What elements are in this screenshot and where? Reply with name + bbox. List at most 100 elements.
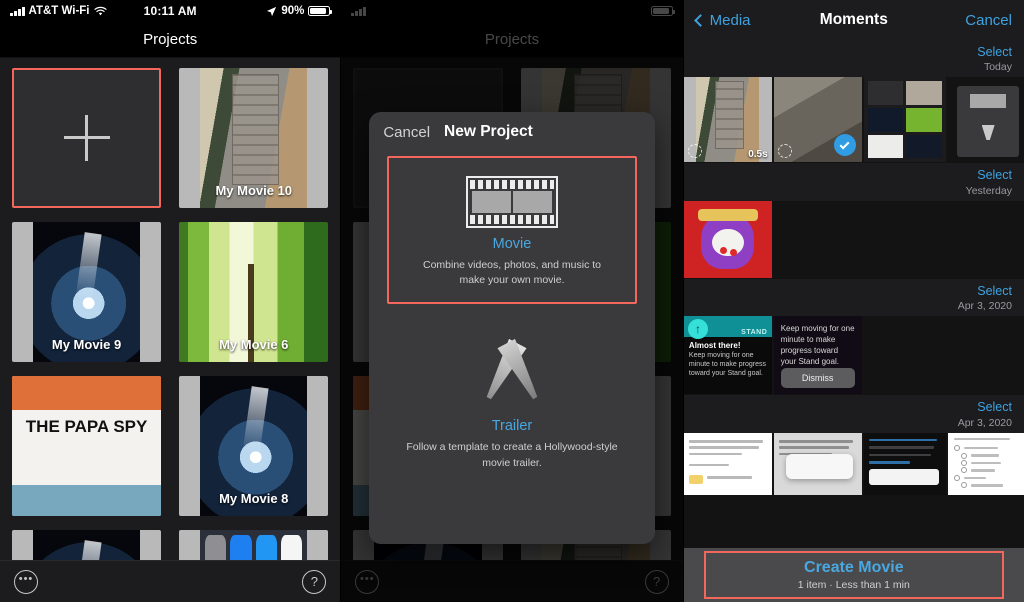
section-date-label: Apr 3, 2020	[957, 300, 1012, 313]
stand-badge: STAND	[741, 328, 768, 336]
section-header-apr3-watch: Select Apr 3, 2020	[683, 278, 1024, 317]
outline-bullet-icon	[954, 445, 961, 452]
modal-header: Cancel New Project	[369, 112, 654, 152]
mini-tile	[906, 134, 942, 159]
duration-label: 0.5s	[748, 149, 768, 161]
selected-check-icon[interactable]	[833, 134, 856, 157]
option-trailer[interactable]: Trailer Follow a template to create a Ho…	[369, 326, 654, 484]
project-tile[interactable]: My Movie 10	[179, 68, 329, 208]
select-button[interactable]: Select	[977, 283, 1012, 299]
mini-filmstrip	[970, 94, 1006, 109]
wifi-icon	[93, 6, 107, 15]
status-bar-left: AT&T Wi-Fi	[10, 5, 144, 17]
bottom-toolbar: ••• ?	[0, 560, 341, 602]
help-button[interactable]: ?	[302, 569, 327, 594]
project-tile[interactable]: My Movie 8	[179, 376, 329, 516]
status-bar-right: 90%	[197, 5, 333, 17]
select-button[interactable]: Select	[977, 44, 1012, 60]
media-thumb[interactable]: 0.5s	[683, 77, 772, 163]
new-project-modal: Cancel New Project Movie Combine videos,…	[369, 112, 655, 544]
project-tile[interactable]: My Movie 6	[179, 222, 329, 362]
spotlights-icon	[466, 338, 558, 410]
project-tile[interactable]: My Movie 9	[12, 222, 162, 362]
section-header-yesterday: Select Yesterday	[683, 163, 1024, 201]
dismiss-button[interactable]: Dismiss	[780, 367, 855, 389]
note-line	[778, 446, 850, 449]
cherry-icon	[719, 247, 727, 255]
filmstrip-frame-right	[512, 191, 552, 213]
mini-tile	[867, 81, 904, 106]
media-thumb[interactable]	[683, 432, 772, 495]
create-movie-bar[interactable]: Create Movie 1 item · Less than 1 min	[683, 548, 1024, 602]
thumb-art-projects-screenshot	[863, 77, 946, 163]
media-thumb[interactable]	[947, 77, 1024, 163]
mini-tile	[906, 108, 942, 132]
option-movie[interactable]: Movie Combine videos, photos, and music …	[387, 156, 637, 305]
more-options-button[interactable]: •••	[14, 569, 38, 594]
thumb-row-apr3-notes	[683, 432, 1024, 496]
panel-moments: Media Moments Cancel Select Today 0.5s S…	[683, 0, 1024, 602]
modal-cancel-button[interactable]: Cancel	[383, 124, 430, 141]
clock-label: 10:11 AM	[143, 4, 197, 18]
select-button[interactable]: Select	[977, 167, 1012, 183]
project-title: My Movie 8	[219, 491, 289, 506]
section-header-apr3-notes: Select Apr 3, 2020	[683, 395, 1024, 433]
outline-bar	[964, 446, 999, 450]
media-thumb[interactable]	[683, 200, 772, 278]
panel-new-project: Projects	[341, 0, 683, 602]
project-tile[interactable]: THE PAPA SPY	[12, 376, 162, 516]
media-thumb[interactable]: Keep moving for one minute to make progr…	[773, 316, 862, 395]
outline-bullet-icon	[960, 467, 967, 474]
note-line	[706, 476, 753, 479]
create-movie-subtitle: 1 item · Less than 1 min	[797, 579, 910, 591]
media-thumb[interactable]	[863, 432, 946, 495]
battery-percent-label: 90%	[281, 5, 305, 17]
battery-icon	[308, 6, 333, 16]
select-ring-icon[interactable]	[687, 144, 702, 159]
modal-title: New Project	[444, 123, 533, 140]
note-line	[688, 446, 760, 449]
section-date-label: Today	[983, 61, 1012, 74]
note-line	[778, 440, 853, 443]
media-thumb[interactable]	[773, 432, 862, 495]
filmstrip-perforations-top	[469, 180, 554, 189]
tile-thumbnail-poster: THE PAPA SPY	[12, 376, 162, 516]
media-thumb[interactable]	[947, 432, 1024, 495]
select-ring-icon[interactable]	[777, 144, 792, 159]
option-trailer-label: Trailer	[491, 418, 533, 435]
project-title: My Movie 10	[215, 183, 293, 198]
note-alert-popup	[785, 453, 853, 479]
poster-title: THE PAPA SPY	[25, 417, 148, 436]
thumb-row-yesterday	[683, 200, 1024, 279]
status-bar: AT&T Wi-Fi 10:11 AM 90%	[0, 0, 341, 22]
thumb-row-apr3-watch: ↑ STAND Almost there! Keep moving for on…	[683, 316, 1024, 396]
moments-list[interactable]: Select Today 0.5s Select Yesterday Selec…	[683, 40, 1024, 602]
note-line-link	[868, 461, 910, 464]
section-date-label: Yesterday	[965, 184, 1012, 197]
poster-top-band	[12, 376, 162, 410]
panel-projects: AT&T Wi-Fi 10:11 AM 90% Projects My Movi…	[0, 0, 341, 602]
mini-tile	[906, 81, 942, 106]
create-movie-highlight[interactable]: Create Movie 1 item · Less than 1 min	[703, 551, 1004, 599]
option-movie-label: Movie	[492, 236, 532, 252]
note-line-link	[868, 438, 938, 442]
new-project-tile[interactable]	[12, 68, 162, 208]
create-movie-label: Create Movie	[804, 559, 904, 576]
media-thumb[interactable]: ↑ STAND Almost there! Keep moving for on…	[683, 316, 772, 395]
project-title: My Movie 9	[51, 337, 122, 352]
select-button[interactable]: Select	[977, 399, 1012, 415]
outline-bar	[954, 437, 1011, 441]
note-line	[868, 446, 935, 449]
media-thumb[interactable]	[773, 77, 862, 163]
back-label: Media	[709, 11, 751, 29]
watch-title: Almost there!	[688, 341, 741, 351]
jam-jar-lid	[697, 208, 758, 221]
outline-bullet-icon	[960, 482, 967, 489]
media-thumb[interactable]	[863, 77, 946, 163]
cancel-button[interactable]: Cancel	[965, 12, 1012, 29]
back-to-media-button[interactable]: Media	[693, 11, 751, 29]
plus-icon	[63, 115, 110, 161]
page-title: Projects	[0, 22, 341, 58]
projects-grid: My Movie 10 My Movie 9 My Movie 6 THE PA…	[0, 58, 341, 598]
watch-body: Keep moving for one minute to make progr…	[688, 351, 766, 378]
